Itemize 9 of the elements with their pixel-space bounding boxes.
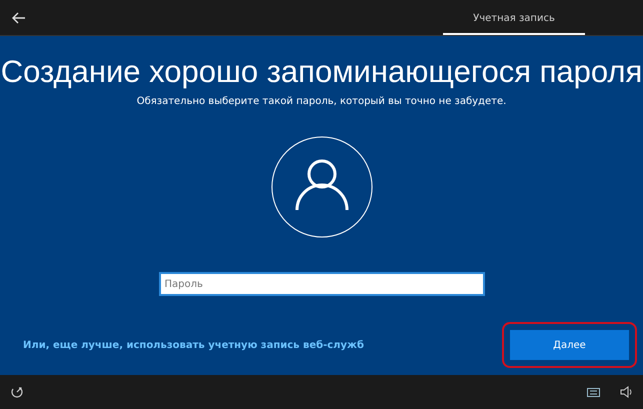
page-title: Создание хорошо запоминающегося пароля xyxy=(0,54,642,90)
web-account-link[interactable]: Или, еще лучше, использовать учетную запись веб-служб xyxy=(23,340,364,350)
subtitle: Обязательно выберите такой пароль, который вы точно не забудете. xyxy=(136,96,506,107)
keyboard-icon[interactable] xyxy=(587,388,600,396)
speaker-icon[interactable] xyxy=(620,386,633,398)
user-avatar-icon xyxy=(270,136,372,238)
next-button[interactable]: Далее xyxy=(510,330,629,360)
back-arrow-icon xyxy=(12,12,26,24)
password-field[interactable]: Пароль xyxy=(158,272,484,296)
